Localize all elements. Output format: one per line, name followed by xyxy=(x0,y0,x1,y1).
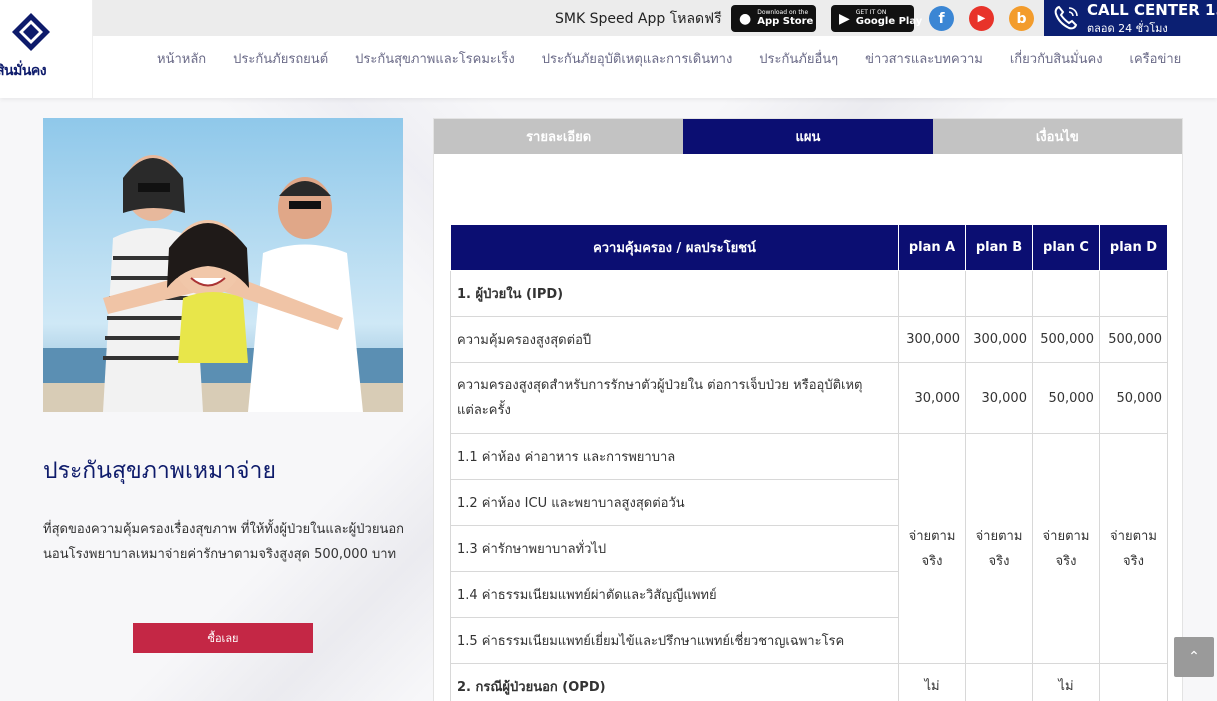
nav-health-cancer[interactable]: ประกันสุขภาพและโรคมะเร็ง xyxy=(342,48,529,69)
product-description: ที่สุดของความคุ้มครองเรื่องสุขภาพ ที่ให้… xyxy=(43,522,405,562)
app-download-label: SMK Speed App โหลดฟรี xyxy=(555,11,722,27)
header-coverage: ความคุ้มครอง / ผลประโยชน์ xyxy=(449,224,900,271)
value-cell: 300,000 xyxy=(965,316,1033,363)
hero-family-image xyxy=(43,118,403,412)
table-header-row: ความคุ้มครอง / ผลประโยชน์ plan A plan B … xyxy=(449,224,1169,271)
facebook-icon[interactable]: f xyxy=(929,6,954,31)
youtube-icon[interactable]: ▶ xyxy=(969,6,994,31)
product-title: ประกันสุขภาพเหมาจ่าย xyxy=(43,458,276,484)
value-cell: ไม่ xyxy=(898,663,966,701)
value-cell: จ่ายตามจริง xyxy=(898,433,966,664)
logo-diamond-icon xyxy=(12,13,50,51)
nav-other-insurance[interactable]: ประกันภัยอื่นๆ xyxy=(746,48,852,69)
nav-accident-travel[interactable]: ประกันภัยอุบัติเหตุและการเดินทาง xyxy=(528,48,746,69)
value-cell: จ่ายตามจริง xyxy=(1098,433,1169,664)
row-label: 1.4 ค่าธรรมเนียมแพทย์ผ่าตัดและวิสัญญีแพท… xyxy=(449,571,900,618)
table-row: 1. ผู้ป่วยใน (IPD) xyxy=(449,270,1169,317)
call-center-title: CALL CENTER 1596 xyxy=(1087,1,1217,19)
tab-plans[interactable]: แผน xyxy=(683,119,933,154)
buy-now-button[interactable]: ซื้อเลย xyxy=(133,623,313,653)
empty-cell xyxy=(1098,270,1169,317)
apple-icon: ● xyxy=(739,10,752,27)
header-plan-b: plan B xyxy=(965,224,1033,271)
value-cell: 300,000 xyxy=(898,316,966,363)
back-to-top-button[interactable]: ⌃ xyxy=(1174,637,1214,677)
row-label: 1.5 ค่าธรรมเนียมแพทย์เยี่ยมไข้และปรึกษาแ… xyxy=(449,617,900,664)
empty-cell xyxy=(1031,270,1100,317)
value-cell: 500,000 xyxy=(1098,316,1169,363)
value-cell: 50,000 xyxy=(1098,362,1169,434)
phone-icon xyxy=(1054,5,1078,30)
google-play-big-text: Google Play xyxy=(855,16,923,27)
blogger-icon[interactable]: b xyxy=(1009,6,1034,31)
tab-conditions[interactable]: เงื่อนไข xyxy=(932,119,1182,154)
logo[interactable]: สินมั่นคง xyxy=(0,0,93,98)
table-row: ความครองสูงสุดสำหรับการรักษาตัวผู้ป่วยใน… xyxy=(449,362,1169,434)
row-label: ความครองสูงสุดสำหรับการรักษาตัวผู้ป่วยใน… xyxy=(449,362,900,434)
tab-bar: รายละเอียด แผน เงื่อนไข xyxy=(434,119,1182,154)
value-cell: ไม่ xyxy=(1031,663,1100,701)
section-ipd-label: 1. ผู้ป่วยใน (IPD) xyxy=(449,270,900,317)
nav-network[interactable]: เครือข่าย xyxy=(1116,48,1195,69)
play-store-icon: ▶ xyxy=(839,10,850,27)
app-store-badge[interactable]: ● Download on the App Store xyxy=(731,5,816,32)
header-plan-a: plan A xyxy=(898,224,966,271)
value-cell: 500,000 xyxy=(1031,316,1100,363)
call-center-subtitle: ตลอด 24 ชั่วโมง xyxy=(1087,22,1168,35)
logo-text: สินมั่นคง xyxy=(0,63,47,79)
value-cell: จ่ายตามจริง xyxy=(965,433,1033,664)
table-row: 1.1 ค่าห้อง ค่าอาหาร และการพยาบาล จ่ายตา… xyxy=(449,433,1169,664)
call-center-box[interactable]: CALL CENTER 1596 ตลอด 24 ชั่วโมง xyxy=(1044,0,1217,36)
nav-home[interactable]: หน้าหลัก xyxy=(93,48,220,69)
main-nav: หน้าหลัก ประกันภัยรถยนต์ ประกันสุขภาพและ… xyxy=(93,40,1217,76)
table-row: 2. กรณีผู้ป่วยนอก (OPD) ไม่ ไม่ xyxy=(449,663,1169,701)
nav-about[interactable]: เกี่ยวกับสินมั่นคง xyxy=(996,48,1116,69)
value-cell xyxy=(965,663,1033,701)
google-play-badge[interactable]: ▶ GET IT ON Google Play xyxy=(831,5,922,32)
value-cell: 30,000 xyxy=(898,362,966,434)
app-store-big-text: App Store xyxy=(757,16,814,27)
nav-news[interactable]: ข่าวสารและบทความ xyxy=(852,48,997,69)
empty-cell xyxy=(898,270,966,317)
plan-table: ความคุ้มครอง / ผลประโยชน์ plan A plan B … xyxy=(449,224,1169,701)
value-cell xyxy=(1098,663,1169,701)
row-label: ความคุ้มครองสูงสุดต่อปี xyxy=(449,316,900,363)
row-label: 1.1 ค่าห้อง ค่าอาหาร และการพยาบาล xyxy=(449,433,900,480)
value-cell: 50,000 xyxy=(1031,362,1100,434)
section-opd-label: 2. กรณีผู้ป่วยนอก (OPD) xyxy=(449,663,900,701)
row-label: 1.3 ค่ารักษาพยาบาลทั่วไป xyxy=(449,525,900,572)
value-cell: 30,000 xyxy=(965,362,1033,434)
value-cell: จ่ายตามจริง xyxy=(1031,433,1100,664)
table-row: ความคุ้มครองสูงสุดต่อปี 300,000 300,000 … xyxy=(449,316,1169,363)
row-label: 1.2 ค่าห้อง ICU และพยาบาลสูงสุดต่อวัน xyxy=(449,479,900,526)
empty-cell xyxy=(965,270,1033,317)
plan-panel: รายละเอียด แผน เงื่อนไข ความคุ้มครอง / ผ… xyxy=(433,118,1183,701)
tab-details[interactable]: รายละเอียด xyxy=(434,119,684,154)
header-plan-c: plan C xyxy=(1031,224,1100,271)
nav-car-insurance[interactable]: ประกันภัยรถยนต์ xyxy=(220,48,342,69)
site-header: สินมั่นคง SMK Speed App โหลดฟรี ● Downlo… xyxy=(0,0,1217,98)
header-plan-d: plan D xyxy=(1098,224,1169,271)
